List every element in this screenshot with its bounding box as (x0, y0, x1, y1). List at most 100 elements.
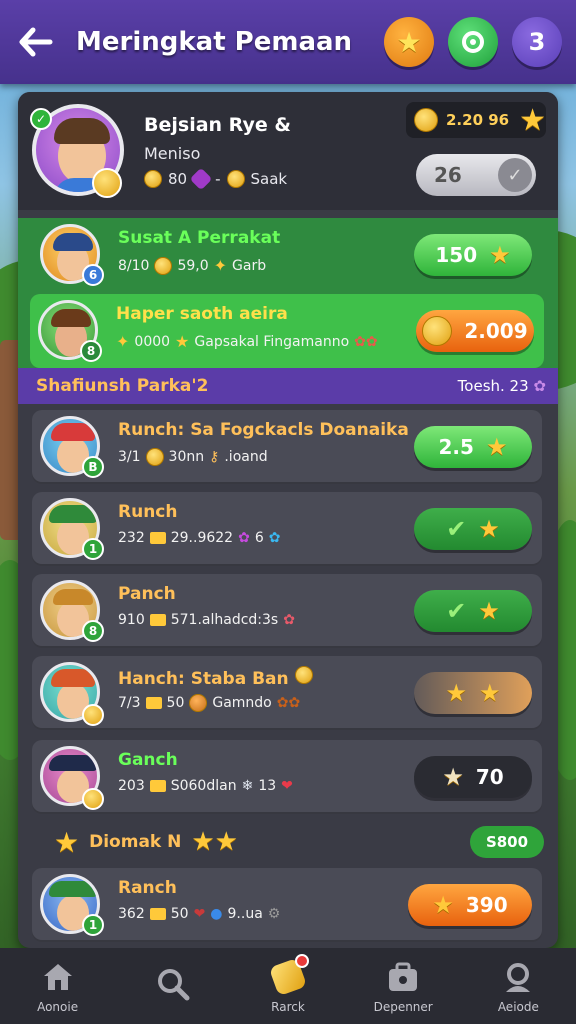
divider-row: ★ Diomak N ★★ S800 (18, 820, 558, 864)
player-coins: 80 (168, 170, 188, 188)
stat-a: 203 (118, 778, 145, 794)
player-stats: 910 571.alhadcd:3s ✿ (118, 612, 295, 628)
snowflake-icon: ❄ (241, 778, 254, 794)
list-item[interactable]: Hanch: Staba Ban 7/3 50 Gamndo ✿✿ ★ ★ (32, 656, 542, 730)
coin-icon (154, 256, 173, 275)
player-name: Bejsian Rye & (144, 114, 291, 136)
stat-b: 30nn (168, 449, 205, 465)
stat-b: 29..9622 (170, 530, 234, 546)
list-item[interactable]: 8 Haper saoth aeira ✦ 0000 ★ Gapsakal Fi… (30, 294, 544, 368)
stat-a: 362 (118, 906, 145, 922)
score-button[interactable]: ★ 390 (408, 884, 532, 926)
score-value: 2.5 (438, 435, 474, 459)
nav-rank[interactable]: Rarck (238, 954, 338, 1014)
player-name-text: Hanch: Staba Ban (118, 669, 289, 689)
ticket-icon (149, 532, 166, 544)
rank-badge: B (82, 456, 104, 478)
stat-c: 13 (258, 778, 277, 794)
score-button[interactable]: 150 ★ (414, 234, 532, 276)
profile-icon (499, 958, 537, 996)
coins-amount: 2.20 96 (446, 111, 510, 129)
player-profile: ✓ Bejsian Rye & Meniso 80 - Saak 2.20 96… (18, 92, 558, 210)
player-name: Haper saoth aeira (116, 304, 288, 324)
nav-search[interactable] (123, 965, 223, 1007)
score-value: 70 (475, 765, 504, 789)
player-subtitle: Meniso (144, 144, 201, 163)
rank-badge: 8 (80, 340, 102, 362)
star-icon: ★ (478, 515, 500, 543)
level-toggle[interactable]: 26 ✓ (416, 154, 536, 196)
claim-button[interactable]: ✔ ★ (414, 590, 532, 632)
nav-label: Depenner (373, 1000, 433, 1014)
star-icon: ★ (432, 891, 454, 919)
divider-pill[interactable]: S800 (470, 826, 544, 858)
coin-icon (422, 316, 453, 346)
stat-c: .ioand (224, 449, 268, 465)
notification-count-button[interactable]: 3 (512, 17, 562, 67)
player-name: Runch (118, 502, 178, 522)
page-title: Meringkat Pemaan (76, 27, 353, 57)
nav-label: Aeiode (497, 1000, 539, 1014)
ticket-icon (149, 908, 166, 920)
nav-shop[interactable]: Depenner (353, 958, 453, 1014)
nav-label: Aonoie (37, 1000, 79, 1014)
player-name: Ranch (118, 878, 177, 898)
check-icon: ✔ (446, 597, 467, 625)
ticket-icon (149, 780, 166, 792)
score-button[interactable]: ★ 70 (414, 756, 532, 798)
coin-icon (226, 170, 245, 188)
star-button[interactable]: ★ (384, 17, 434, 67)
stat-c: 6 (254, 530, 264, 546)
list-item[interactable]: 6 Susat A Perrakat 8/10 59,0 ✦ Garb 150 … (32, 218, 542, 292)
flower-icon: ✿ (533, 377, 546, 395)
coin-icon (189, 694, 208, 712)
claim-button[interactable]: ✔ ★ (414, 508, 532, 550)
score-button[interactable]: 2.009 (416, 310, 534, 352)
list-item[interactable]: 8 Panch 910 571.alhadcd:3s ✿ ✔ ★ (32, 574, 542, 648)
star-icon: ★ (396, 25, 422, 59)
player-name-text: Runch: Sa Fogckacls Doanaika (118, 420, 409, 440)
player-stats: 362 50 ❤ ● 9..ua ⚙ (118, 906, 280, 922)
player-stats: 203 S060dlan ❄ 13 ❤ (118, 778, 293, 794)
back-button[interactable] (14, 20, 58, 64)
stat-b: 59,0 (177, 257, 209, 274)
section-title: Shafiunsh Parka'2 (36, 376, 209, 396)
leaderboard-panel: ✓ Bejsian Rye & Meniso 80 - Saak 2.20 96… (18, 92, 558, 948)
nav-home[interactable]: Aonoie (8, 958, 108, 1014)
coin-badge (82, 704, 104, 726)
nav-label: Rarck (271, 1000, 305, 1014)
player-stats: 8/10 59,0 ✦ Garb (118, 256, 266, 275)
list-item[interactable]: B Runch: Sa Fogckacls Doanaika 3/1 30nn … (32, 410, 542, 484)
boost-button[interactable]: ★ ★ (414, 672, 532, 714)
rank-icon (268, 954, 309, 997)
refresh-icon (462, 31, 484, 53)
player-name: Susat A Perrakat (118, 228, 281, 248)
list-item[interactable]: Ganch 203 S060dlan ❄ 13 ❤ ★ 70 (32, 740, 542, 814)
score-button[interactable]: 2.5 ★ (414, 426, 532, 468)
rank-badge: 8 (82, 620, 104, 642)
drop-icon: ● (210, 906, 223, 922)
star-icon: ★ (489, 241, 511, 269)
stat-a: 3/1 (118, 449, 141, 465)
stat-b: S060dlan (170, 778, 237, 794)
nav-profile[interactable]: Aeiode (468, 958, 568, 1014)
gem-icon (189, 167, 213, 191)
back-arrow-icon (19, 27, 53, 57)
star-icon: ★ (519, 102, 546, 138)
coin-icon (145, 448, 164, 466)
player-stats: 80 - Saak (144, 167, 287, 191)
top-bar: Meringkat Pemaan ★ 3 (0, 0, 576, 84)
stat-a: 7/3 (118, 695, 141, 711)
star-icon: ★ (479, 679, 501, 707)
player-name: Runch: Sa Fogckacls Doanaika (118, 420, 409, 440)
player-stats: 7/3 50 Gamndo ✿✿ (118, 694, 300, 712)
check-icon: ✓ (498, 158, 532, 192)
star-icon: ★ (478, 597, 500, 625)
score-value: 2.009 (464, 319, 528, 343)
star-icon: ✦ (116, 332, 130, 351)
list-item[interactable]: 1 Ranch 362 50 ❤ ● 9..ua ⚙ ★ 390 (32, 868, 542, 942)
dot-separator: - (215, 170, 221, 188)
rank-badge: 6 (82, 264, 104, 286)
list-item[interactable]: 1 Runch 232 29..9622 ✿ 6 ✿ ✔ ★ (32, 492, 542, 566)
refresh-button[interactable] (448, 17, 498, 67)
